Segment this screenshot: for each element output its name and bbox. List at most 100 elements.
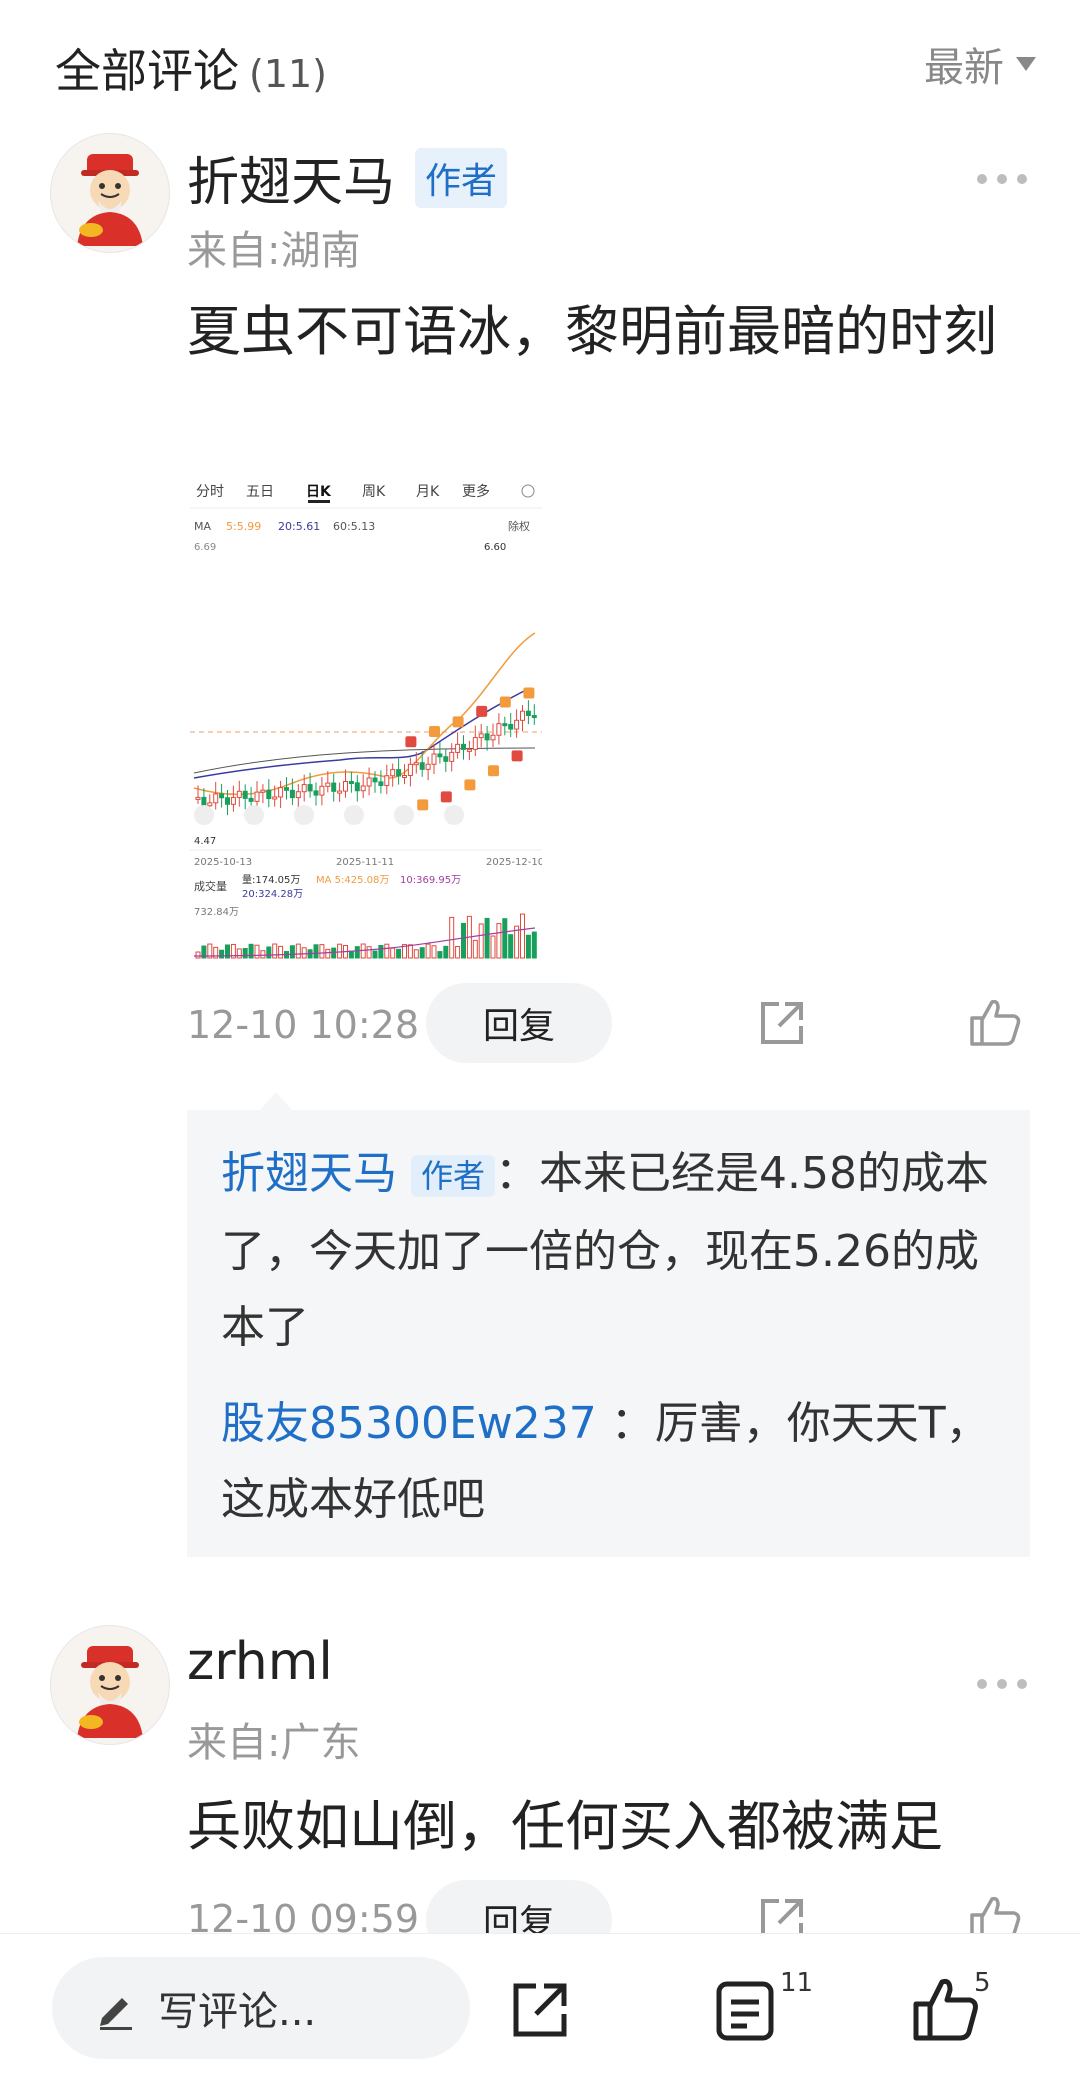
volume-bar — [354, 946, 360, 959]
candle-body — [384, 775, 390, 786]
volume-axis: 732.84万 — [194, 907, 239, 918]
comment-text: 兵败如山倒，任何买入都被满足 — [187, 1795, 943, 1858]
candle-body — [289, 789, 295, 799]
tab-intraday: 分时 — [196, 484, 224, 500]
trade-marker — [499, 696, 511, 708]
tab-more: 更多 — [462, 483, 490, 500]
candle-body — [419, 762, 425, 770]
volume-value: 量:174.05万 — [242, 874, 300, 886]
reply-item[interactable]: 折翅天马 作者 ：本来已经是4.58的成本了，今天加了一倍的仓，现在5.26的成本… — [221, 1136, 1011, 1366]
comment-list-icon — [716, 1981, 774, 2041]
write-comment-input[interactable]: 写评论... — [52, 1957, 470, 2059]
candle-body — [313, 790, 319, 796]
candle-body — [508, 723, 514, 730]
comment-time: 12-10 10:28 — [187, 1003, 420, 1047]
candle-body — [254, 791, 260, 802]
more-options-icon[interactable] — [976, 150, 1028, 196]
sort-dropdown[interactable]: 最新 — [924, 35, 1038, 93]
trade-marker — [476, 705, 488, 717]
candle-body — [443, 756, 449, 762]
volume-ma5: MA 5:425.08万 — [316, 875, 389, 886]
tab-daily-k: 日K — [306, 484, 332, 500]
ma5-value: 5:5.99 — [226, 520, 261, 533]
candle-body — [325, 782, 331, 787]
like-icon[interactable] — [968, 996, 1022, 1052]
volume-bar — [461, 922, 466, 959]
volume-bar — [266, 946, 272, 959]
avatar[interactable] — [50, 1625, 170, 1745]
write-comment-placeholder: 写评论... — [158, 1989, 317, 2035]
location-text: 来自:广东 — [187, 1720, 361, 1766]
trade-marker — [417, 799, 429, 811]
fortune-god-avatar-icon — [51, 1626, 169, 1744]
candle-body — [236, 790, 242, 798]
trade-marker — [511, 750, 523, 762]
reply-button[interactable]: 回复 — [426, 983, 612, 1063]
ma20-line — [193, 687, 531, 779]
candle-body — [230, 796, 236, 805]
volume-bar — [289, 945, 295, 959]
tab-underline — [308, 500, 330, 503]
stock-chart-image[interactable]: 分时 五日 日K 周K 月K 更多 MA 5:5.99 20:5.61 60:5… — [190, 478, 544, 964]
volume-bar — [384, 943, 390, 959]
pencil-icon — [100, 1998, 132, 2030]
volume-label: 成交量 — [194, 879, 227, 893]
candle-body — [378, 781, 384, 786]
candle-body — [348, 781, 354, 785]
share-icon — [513, 1983, 567, 2037]
username[interactable]: zrhml — [187, 1632, 333, 1692]
volume-bar — [313, 944, 319, 959]
volume-bar — [337, 943, 343, 959]
volume-bar — [478, 923, 484, 959]
volume-bar — [301, 947, 307, 959]
candle-body — [331, 782, 337, 792]
volume-bar — [236, 948, 242, 959]
candle-body — [260, 789, 266, 793]
candle-body — [525, 710, 531, 717]
volume-bar — [425, 943, 431, 959]
candle-body — [195, 796, 201, 800]
reply-username[interactable]: 股友85300Ew237 — [221, 1398, 597, 1449]
volume-bar — [195, 951, 201, 959]
replies-box: 折翅天马 作者 ：本来已经是4.58的成本了，今天加了一倍的仓，现在5.26的成本… — [187, 1110, 1030, 1557]
comment-count: 11 — [780, 1968, 814, 1998]
more-options-icon[interactable] — [976, 1655, 1028, 1701]
comments-button[interactable] — [715, 1980, 775, 2046]
volume-bar — [496, 923, 502, 959]
date-end: 2025-12-10 — [486, 857, 542, 868]
share-button[interactable] — [510, 1980, 570, 2044]
candle-body — [520, 710, 525, 721]
tab-weekly-k: 周K — [362, 484, 386, 500]
volume-bar — [278, 945, 284, 959]
share-icon[interactable] — [757, 998, 807, 1052]
tab-five-day: 五日 — [246, 484, 274, 500]
volume-bar — [325, 948, 331, 959]
volume-bar — [531, 931, 537, 959]
volume-bar — [419, 947, 425, 959]
reply-username[interactable]: 折翅天马 — [221, 1148, 397, 1199]
candle-body — [466, 748, 472, 752]
trade-marker — [429, 725, 440, 737]
candle-body — [484, 733, 490, 741]
candle-body — [272, 796, 278, 800]
avatar[interactable] — [50, 133, 170, 253]
volume-bar — [484, 917, 490, 959]
author-badge: 作者 — [411, 1155, 496, 1197]
reply-item[interactable]: 股友85300Ew237 ：厉害，你天天T，这成本好低吧 — [221, 1386, 1011, 1538]
reply-box-pointer — [260, 1092, 292, 1110]
comment-text: 夏虫不可语冰，黎明前最暗的时刻 — [187, 300, 997, 363]
candle-body — [213, 793, 219, 804]
like-button[interactable] — [912, 1976, 980, 2046]
username[interactable]: 折翅天马 — [187, 140, 395, 215]
author-badge: 作者 — [415, 147, 508, 208]
trade-marker — [405, 736, 417, 748]
candle-body — [531, 715, 537, 719]
trade-marker — [523, 687, 535, 699]
price-high: 6.69 — [194, 542, 216, 553]
candle-body — [402, 774, 407, 778]
ma60-value: 60:5.13 — [333, 520, 375, 533]
ma20-value: 20:5.61 — [278, 520, 320, 533]
candle-body — [496, 723, 502, 736]
comments-header: 全部评论 (11) — [55, 35, 327, 101]
candle-body — [284, 787, 289, 791]
